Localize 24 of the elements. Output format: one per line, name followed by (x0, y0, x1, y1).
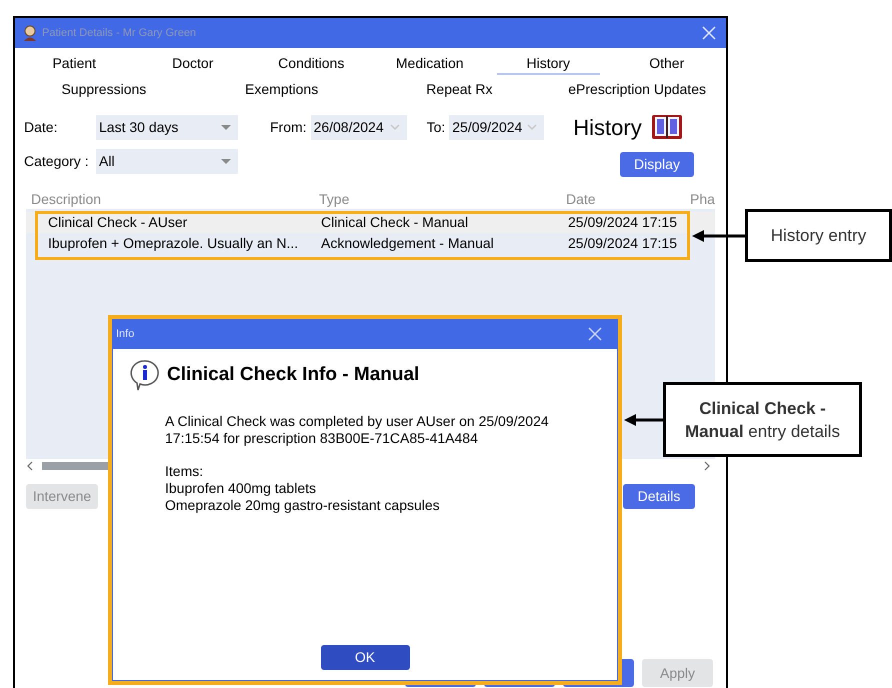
table-cell-text: Ibuprofen + Omeprazole. Usually an N... (48, 234, 300, 253)
category-label: Category : (24, 152, 90, 171)
item-text: Ibuprofen 400mg tablets (165, 480, 317, 497)
column-header: Type (319, 190, 350, 209)
callout-text: History entry (770, 224, 866, 247)
from-label: From: (270, 118, 307, 136)
column-header: Pha (690, 190, 716, 209)
date-label: Date: (24, 118, 58, 136)
dialog-heading: Clinical Check Info - Manual (167, 362, 420, 387)
table-cell-text: Acknowledgement - Manual (321, 234, 495, 253)
column-header: Date (566, 190, 597, 209)
callout-text: Clinical Check - Manual entry details (684, 398, 841, 442)
window-title: Patient Details - Mr Gary Green (42, 26, 196, 41)
table-cell-text: 25/09/2024 17:15 (568, 213, 678, 232)
section-title: History (573, 114, 642, 142)
table-cell-text: Clinical Check - Manual (321, 213, 470, 232)
to-label: To: (426, 118, 446, 136)
dialog-title: Info (116, 326, 134, 342)
column-header: Description (31, 190, 102, 209)
dialog-message: A Clinical Check was completed by user AUser on 25/09/2024 17:15:54 for prescription 83B00E-71CA85-41A484 (165, 413, 550, 447)
table-cell-text: Clinical Check - AUser (48, 213, 188, 232)
items-label: Items: (165, 463, 204, 480)
item-text: Omeprazole 20mg gastro-resistant capsules (165, 497, 441, 514)
table-cell-text: 25/09/2024 17:15 (568, 234, 678, 253)
